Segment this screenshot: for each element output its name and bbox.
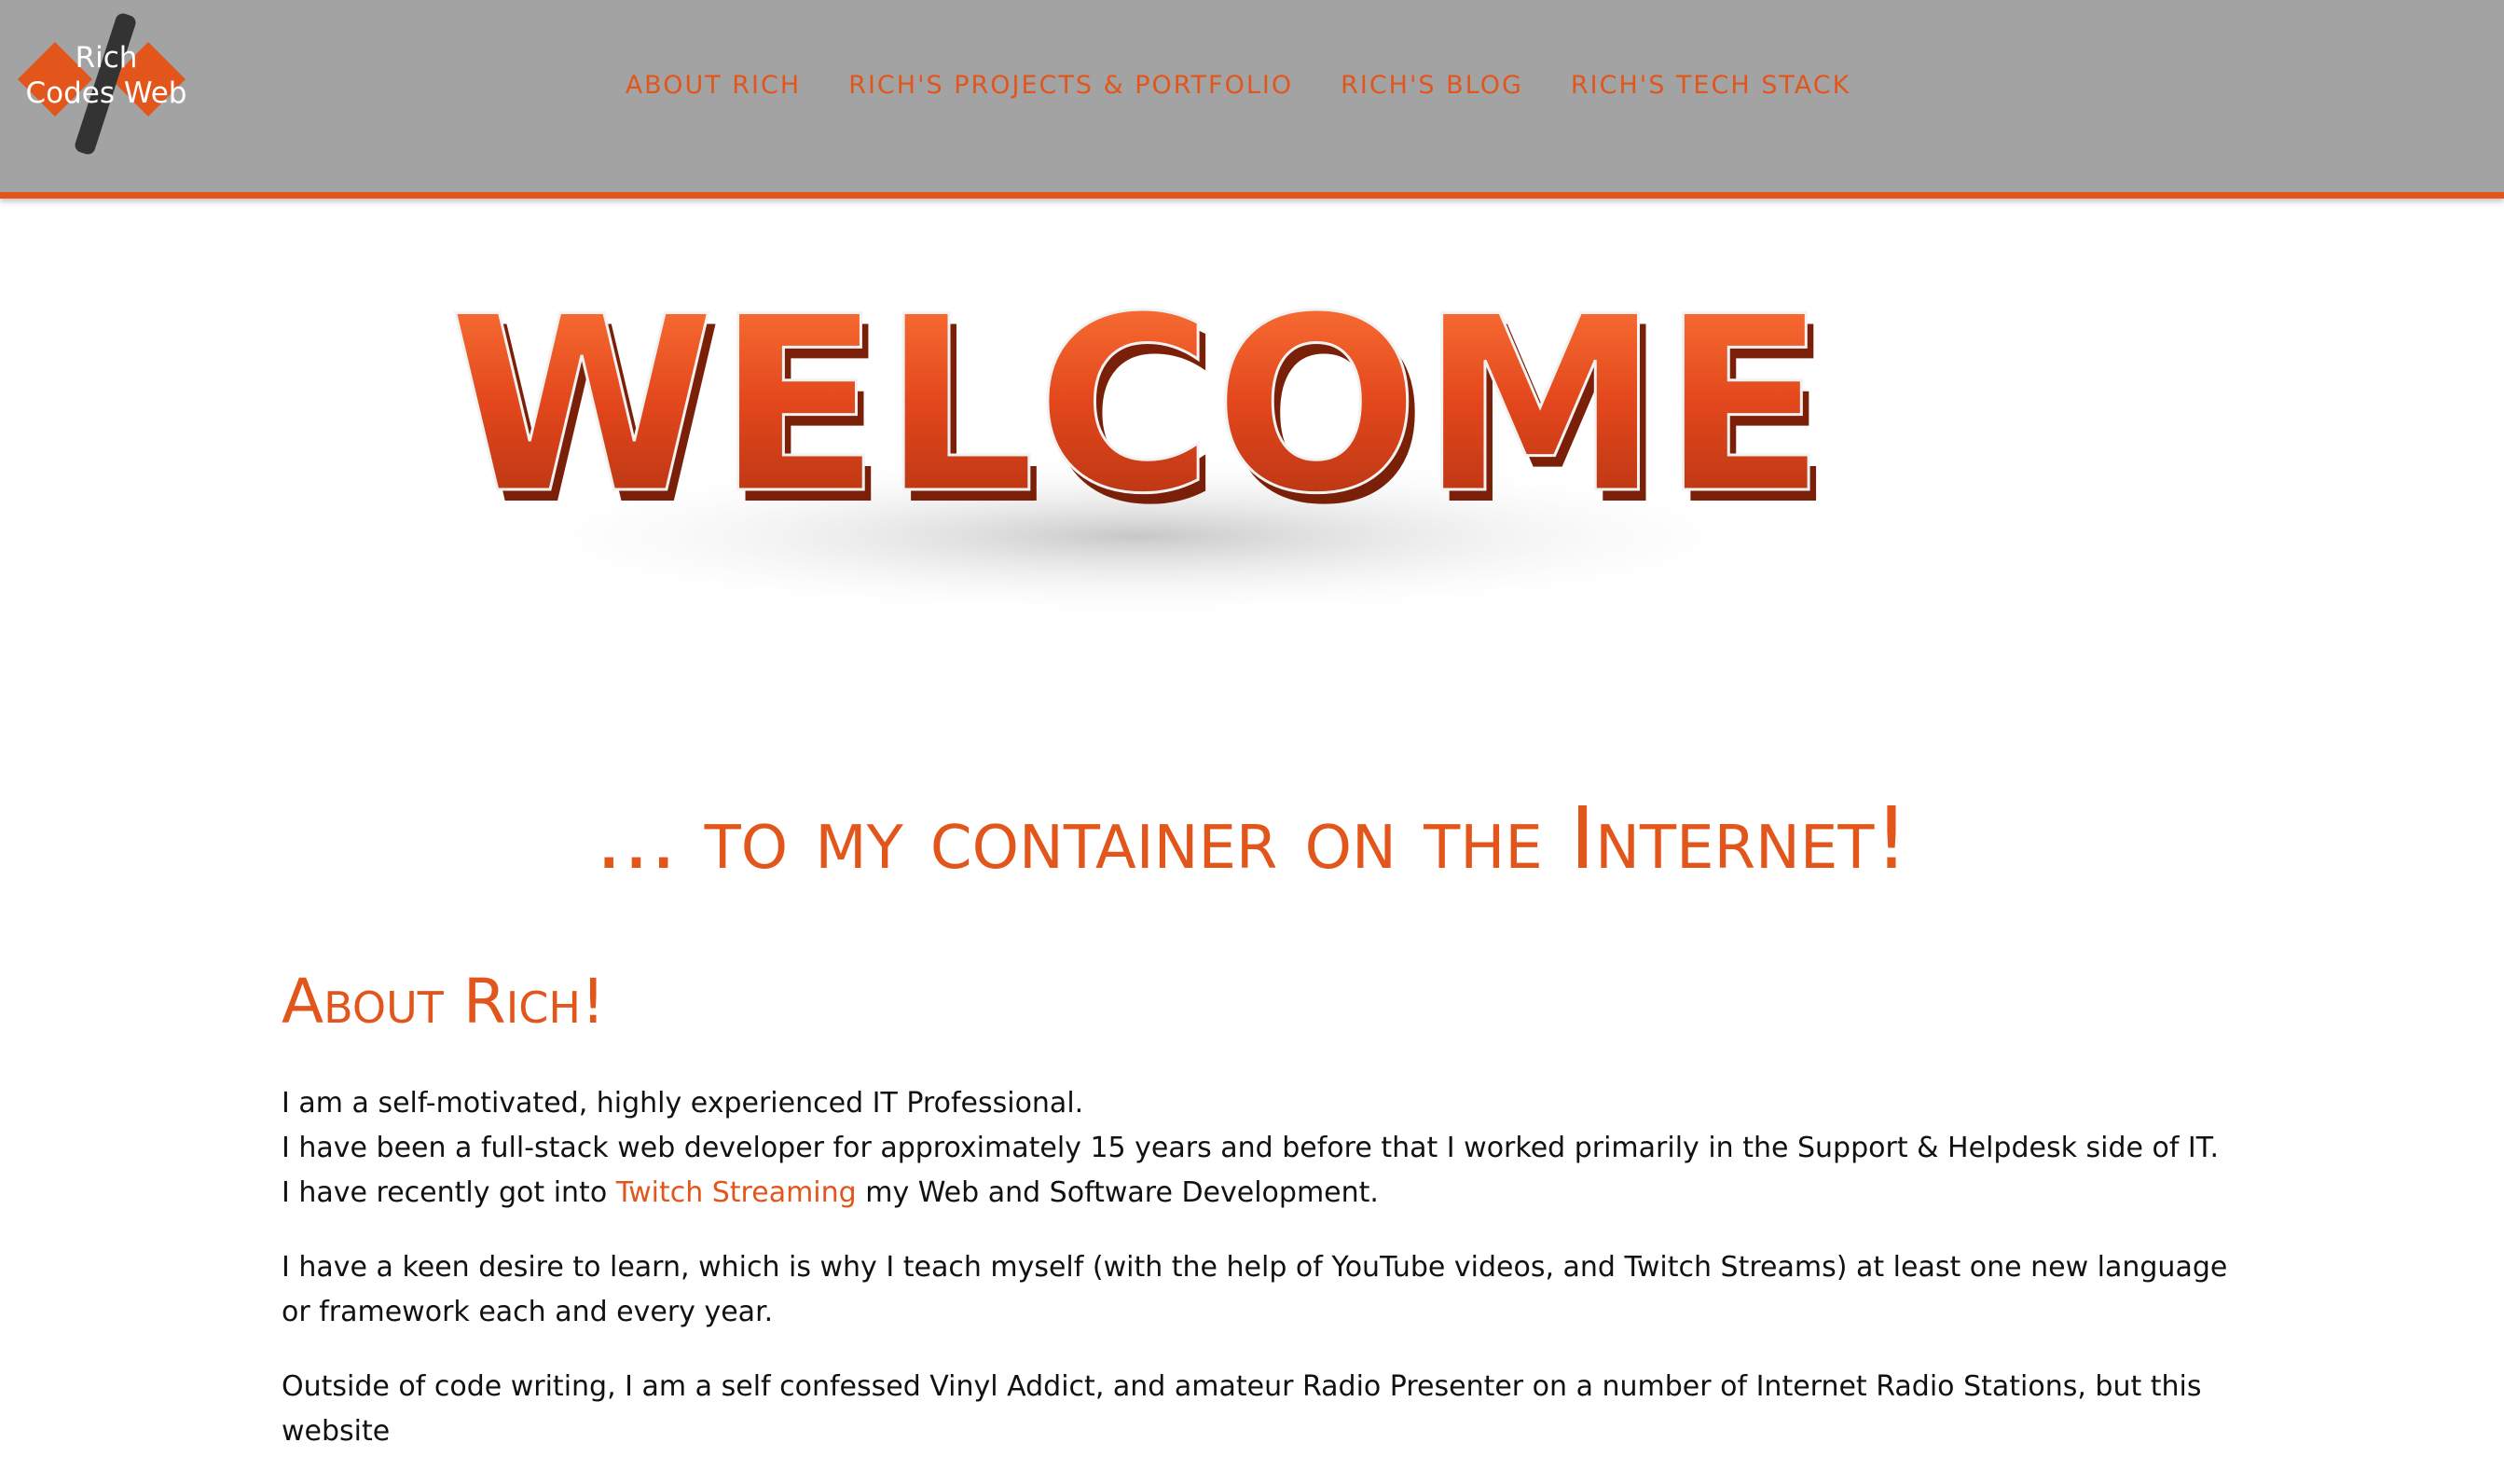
welcome-hero-image: WELCOME WELCOME <box>429 238 1883 648</box>
about-paragraph-3: Outside of code writing, I am a self con… <box>282 1370 2202 1448</box>
nav-item-about[interactable]: ABOUT RICH <box>626 71 802 100</box>
nav-item-blog[interactable]: RICH'S BLOG <box>1341 71 1523 100</box>
hero-word: WELCOME <box>448 266 1826 547</box>
main-nav: ABOUT RICH RICH'S PROJECTS & PORTFOLIO R… <box>0 71 2504 100</box>
twitch-streaming-link[interactable]: Twitch Streaming <box>616 1176 857 1209</box>
about-heading: About Rich! <box>282 966 606 1037</box>
nav-item-projects[interactable]: RICH'S PROJECTS & PORTFOLIO <box>848 71 1293 100</box>
about-paragraph-1: I am a self-motivated, highly experience… <box>282 1081 2258 1216</box>
tagline: ... to my container on the Internet! <box>595 789 1909 888</box>
about-line-3-post: my Web and Software Development. <box>856 1176 1379 1209</box>
about-line-1: I am a self-motivated, highly experience… <box>282 1087 1084 1120</box>
nav-item-tech-stack[interactable]: RICH'S TECH STACK <box>1571 71 1850 100</box>
site-header: Rich Codes Web ABOUT RICH RICH'S PROJECT… <box>0 0 2504 199</box>
about-line-3-pre: I have recently got into <box>282 1176 616 1209</box>
about-line-2: I have been a full-stack web developer f… <box>282 1132 2220 1164</box>
about-content: I am a self-motivated, highly experience… <box>282 1081 2258 1484</box>
about-paragraph-2: I have a keen desire to learn, which is … <box>282 1251 2228 1328</box>
